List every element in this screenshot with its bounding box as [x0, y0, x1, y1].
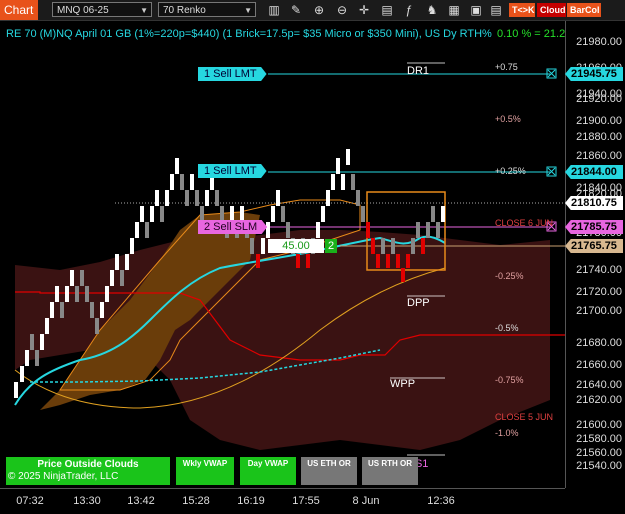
us-rth-or-button[interactable]: US RTH OR — [362, 457, 418, 485]
time-tick: 13:42 — [127, 495, 155, 507]
last-price-tag: 21810.75 — [565, 196, 623, 210]
price-tick: 21720.00 — [576, 286, 622, 298]
pct-label-m05: -0.5% — [495, 323, 519, 333]
chart-toolbar: Chart MNQ 06-25 ▼ 70 Renko ▼ ▥ ✎ ⊕ ⊖ ✛ ▤… — [0, 0, 625, 21]
pct-label-close6: CLOSE 6 JUN — [495, 218, 554, 228]
barcol-button[interactable]: BarCol — [567, 3, 601, 17]
price-tick: 21560.00 — [576, 447, 622, 459]
pct-label-m075: -0.75% — [495, 375, 524, 385]
price-tick: 21660.00 — [576, 359, 622, 371]
crosshair-icon[interactable]: ✛ — [356, 2, 372, 18]
copyright-label: © 2025 NinjaTrader, LLC — [8, 471, 119, 482]
price-tick: 21620.00 — [576, 394, 622, 406]
instrument-selector[interactable]: MNQ 06-25 ▼ — [52, 2, 152, 17]
chart-properties-icon[interactable]: ▤ — [379, 2, 395, 18]
sell-lmt-order-2[interactable]: 1 Sell LMT — [198, 164, 267, 178]
chart-canvas — [14, 62, 565, 456]
bars-icon[interactable]: ▥ — [266, 2, 282, 18]
tools-icon[interactable]: ✎ — [288, 2, 304, 18]
sell-slm-order[interactable]: 2 Sell SLM — [198, 220, 268, 234]
us-eth-or-button[interactable]: US ETH OR — [301, 457, 357, 485]
price-outside-clouds-label: Price Outside Clouds — [37, 459, 139, 470]
price-tick: 21540.00 — [576, 460, 622, 472]
wkly-vwap-button[interactable]: Wkly VWAP — [176, 457, 234, 485]
chart-title: RE 70 (M)NQ April 01 GB (1%=220p=$440) (… — [6, 28, 492, 40]
indicators-icon[interactable]: ƒ — [401, 2, 417, 18]
zoom-in-icon[interactable]: ⊕ — [311, 2, 327, 18]
entry-pnl-badge[interactable]: 45.00 — [268, 239, 324, 253]
price-tick: 21600.00 — [576, 419, 622, 431]
chevron-down-icon: ▼ — [244, 6, 252, 15]
templates-icon[interactable]: ▦ — [446, 2, 462, 18]
zoom-out-icon[interactable]: ⊖ — [334, 2, 350, 18]
time-tick: 17:55 — [292, 495, 320, 507]
day-vwap-button[interactable]: Day VWAP — [240, 457, 296, 485]
strategies-icon[interactable]: ♞ — [424, 2, 440, 18]
instrument-value: MNQ 06-25 — [57, 5, 109, 16]
data-box-icon[interactable]: ▣ — [468, 2, 484, 18]
data-box-icon-2[interactable]: ▤ — [488, 2, 504, 18]
time-tick: 13:30 — [73, 495, 101, 507]
price-tick: 21640.00 — [576, 379, 622, 391]
pct-label-p075: +0.75 — [495, 62, 518, 72]
price-axis[interactable]: 21980.00 21960.00 21940.00 21920.00 2190… — [565, 21, 625, 488]
bar-type-selector[interactable]: 70 Renko ▼ — [158, 2, 256, 17]
bar-type-value: 70 Renko — [163, 5, 206, 16]
price-outside-clouds-button[interactable]: Price Outside Clouds © 2025 NinjaTrader,… — [6, 457, 170, 485]
price-tick: 21680.00 — [576, 337, 622, 349]
pct-label-p025: +0.25% — [495, 166, 526, 176]
top-right-value: 0.10 % = 21.25 — [497, 28, 572, 40]
wpp-label: WPP — [390, 378, 416, 390]
dr1-label: DR1 — [407, 65, 430, 77]
time-tick: 12:36 — [427, 495, 455, 507]
price-tick: 21860.00 — [576, 150, 622, 162]
entry-price-tag: 21765.75 — [565, 239, 623, 253]
chevron-down-icon: ▼ — [140, 6, 148, 15]
time-tick: 16:19 — [237, 495, 265, 507]
chart-tab[interactable]: Chart — [0, 0, 38, 20]
price-tick: 21580.00 — [576, 433, 622, 445]
order-cancel-markers — [546, 68, 557, 232]
t-k-toggle-button[interactable]: T<>K — [509, 3, 535, 17]
sell-lmt-1-price-tag: 21945.75 — [565, 67, 623, 81]
sell-lmt-order-1[interactable]: 1 Sell LMT — [198, 67, 267, 81]
pct-label-close5: CLOSE 5 JUN — [495, 412, 554, 422]
sell-slm-price-tag: 21785.75 — [565, 220, 623, 234]
chart-plot-area[interactable]: RE 70 (M)NQ April 01 GB (1%=220p=$440) (… — [0, 21, 565, 488]
price-tick: 21980.00 — [576, 36, 622, 48]
time-axis[interactable]: 07:32 13:30 13:42 15:28 16:19 17:55 8 Ju… — [0, 488, 565, 514]
cloud-button[interactable]: Cloud — [537, 3, 566, 17]
pct-label-m025: -0.25% — [495, 271, 524, 281]
price-tick: 21740.00 — [576, 264, 622, 276]
price-tick: 21900.00 — [576, 115, 622, 127]
price-tick: 21700.00 — [576, 305, 622, 317]
price-tick: 21880.00 — [576, 131, 622, 143]
price-tick: 21920.00 — [576, 93, 622, 105]
dpp-label: DPP — [407, 297, 430, 309]
pct-label-p05: +0.5% — [495, 114, 521, 124]
time-tick: 8 Jun — [352, 495, 380, 507]
pct-label-m1: -1.0% — [495, 428, 519, 438]
sell-lmt-2-price-tag: 21844.00 — [565, 165, 623, 179]
entry-qty-badge[interactable]: 2 — [325, 239, 337, 253]
time-tick: 07:32 — [16, 495, 44, 507]
time-tick: 15:28 — [182, 495, 210, 507]
